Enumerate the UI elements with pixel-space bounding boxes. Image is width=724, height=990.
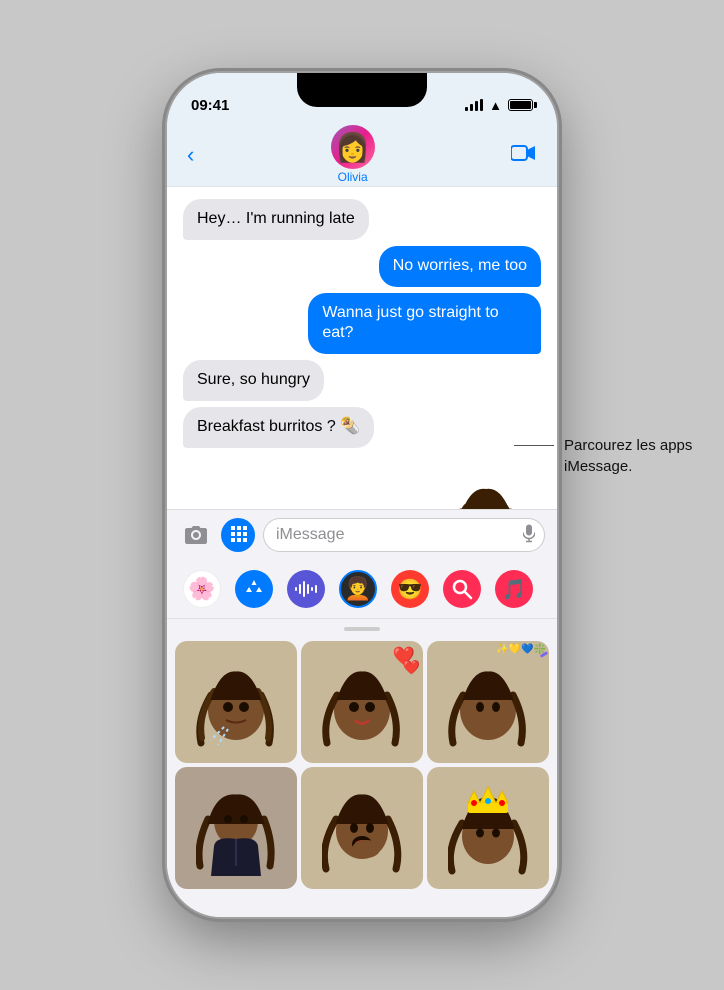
apps-strip: 🌸 xyxy=(167,560,557,619)
message-bubble-received-2: Sure, so hungry xyxy=(183,360,324,401)
panel-handle xyxy=(344,627,380,631)
sticker-grid: ❤️ ❤️ ✨💛💙❇️ xyxy=(167,641,557,889)
sticker-confetti[interactable]: ✨💛💙❇️ xyxy=(427,641,549,763)
sticker-coat[interactable] xyxy=(175,767,297,889)
message-bubble-received-3: Breakfast burritos ? 🌯 xyxy=(183,407,374,448)
memoji-character-icon[interactable]: 🧑‍🦱 xyxy=(339,570,377,608)
avatar[interactable]: 👩 xyxy=(331,125,375,169)
battery-icon xyxy=(508,99,533,111)
photos-icon[interactable]: 🌸 xyxy=(183,570,221,608)
annotation-text: Parcourez les apps iMessage. xyxy=(564,435,694,477)
annotation: Parcourez les apps iMessage. xyxy=(514,435,694,477)
chat-area: Hey… I'm running late No worries, me too… xyxy=(167,187,557,509)
message-input-wrapper[interactable]: iMessage xyxy=(263,518,545,552)
notch xyxy=(297,73,427,107)
sticker-crown[interactable] xyxy=(427,767,549,889)
message-bubble-sent: No worries, me too xyxy=(379,246,541,287)
mic-icon[interactable] xyxy=(523,525,535,546)
nav-center[interactable]: 👩 Olivia xyxy=(331,125,375,184)
video-call-button[interactable] xyxy=(511,142,537,168)
nav-bar: ‹ 👩 Olivia xyxy=(167,123,557,187)
status-icons: ▲ xyxy=(465,98,533,113)
input-area: iMessage xyxy=(167,509,557,560)
status-bar: 09:41 ▲ xyxy=(167,73,557,123)
stickers-icon[interactable]: 😎 xyxy=(391,570,429,608)
camera-button[interactable] xyxy=(179,518,213,552)
status-time: 09:41 xyxy=(191,97,229,114)
sticker-sneeze[interactable] xyxy=(175,641,297,763)
audio-icon[interactable] xyxy=(287,570,325,608)
sticker-love[interactable]: ❤️ ❤️ xyxy=(301,641,423,763)
message-bubble-sent-2: Wanna just go straight to eat? xyxy=(308,293,541,355)
sticker-yawn[interactable] xyxy=(301,767,423,889)
imessage-panel: ❤️ ❤️ ✨💛💙❇️ xyxy=(167,619,557,917)
battery-fill xyxy=(510,101,531,109)
message-placeholder: iMessage xyxy=(276,526,344,544)
appstore-icon[interactable] xyxy=(235,570,273,608)
back-button[interactable]: ‹ xyxy=(187,142,194,168)
screen: 09:41 ▲ ‹ xyxy=(167,73,557,917)
apps-button[interactable] xyxy=(221,518,255,552)
message-input[interactable]: iMessage xyxy=(263,518,545,552)
contact-name[interactable]: Olivia xyxy=(338,170,368,184)
signal-icon xyxy=(465,99,483,111)
phone-frame: 09:41 ▲ ‹ xyxy=(167,73,557,917)
wifi-icon: ▲ xyxy=(489,98,502,113)
search-magnifier-icon[interactable] xyxy=(443,570,481,608)
music-icon[interactable]: 🎵 xyxy=(495,570,533,608)
message-bubble-received: Hey… I'm running late xyxy=(183,199,369,240)
